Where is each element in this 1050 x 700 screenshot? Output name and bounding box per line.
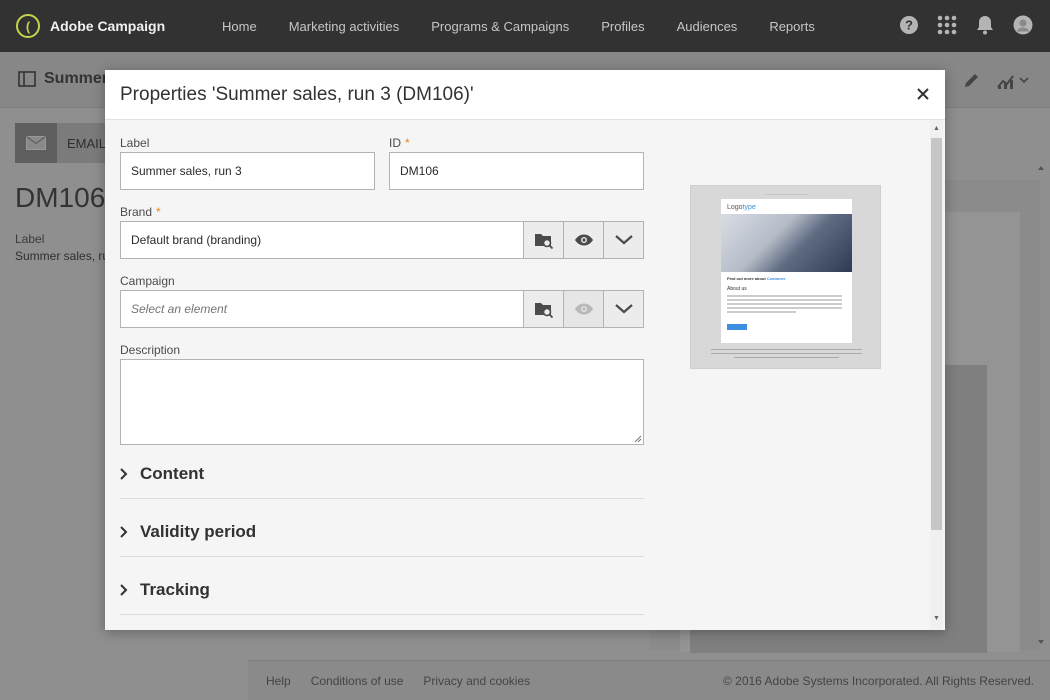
nav-audiences[interactable]: Audiences [677,19,738,34]
brand-browse-button[interactable] [524,221,564,259]
help-icon[interactable]: ? [898,14,920,36]
page-footer: Help Conditions of use Privacy and cooki… [248,660,1050,700]
email-icon [15,123,57,163]
preview-text-lines [727,295,842,315]
preview-logo-text: Logo [727,204,743,211]
label-field-caption: Label [120,136,150,150]
footer-conditions-link[interactable]: Conditions of use [311,674,404,688]
chevron-down-icon [614,235,633,245]
email-channel-tile: EMAIL [15,123,110,163]
properties-modal: Properties 'Summer sales, run 3 (DM106)'… [105,70,945,630]
modal-header: Properties 'Summer sales, run 3 (DM106)' [105,70,945,120]
background-toolbar [962,70,1030,90]
preview-footer-lines [711,349,862,361]
background-page-title: Summer [18,70,108,88]
eye-icon [574,234,593,246]
modal-title: Properties 'Summer sales, run 3 (DM106)' [120,84,474,105]
brand-dropdown-button[interactable] [604,221,644,259]
resize-grip-icon[interactable] [634,435,642,443]
section-validity-label: Validity period [140,521,257,541]
bell-icon[interactable] [974,14,996,36]
folder-search-icon [534,303,553,318]
modal-scrollbar[interactable]: ▲ ▼ [930,120,943,630]
section-tracking-label: Tracking [140,579,210,599]
close-icon [917,88,929,100]
campaign-field-caption: Campaign [120,274,175,288]
section-validity-period[interactable]: Validity period [120,507,644,557]
preview-subheading: About us [727,286,747,292]
background-label-caption: Label [15,232,45,246]
report-chart-icon[interactable] [996,70,1030,90]
preview-cta-button [727,324,747,330]
description-field-caption: Description [120,343,181,357]
scroll-thumb[interactable] [931,138,942,530]
label-input[interactable]: Summer sales, run 3 [120,152,375,190]
footer-copyright: © 2016 Adobe Systems Incorporated. All R… [722,673,1034,688]
preview-headline-text: Find out more about [727,276,766,281]
preview-headline-accent: Customer [766,276,786,281]
apps-grid-icon[interactable] [936,14,958,36]
nav-home[interactable]: Home [222,19,257,34]
list-view-icon [18,71,36,87]
chevron-right-icon [120,467,140,480]
email-preview-thumbnail[interactable]: ──────────────────── Logotype Find out m… [690,185,881,369]
adobe-campaign-logo-icon: ( [16,14,40,38]
background-label-value: Summer sales, ru [15,249,110,263]
user-avatar-icon[interactable] [1012,14,1034,36]
required-marker: * [156,205,161,219]
edit-pencil-icon[interactable] [962,70,982,90]
preview-logo: Logotype [727,204,756,211]
app-name: Adobe Campaign [50,18,166,34]
folder-search-icon [534,234,553,249]
chevron-right-icon [120,525,140,538]
brand-input[interactable]: Default brand (branding) [120,221,524,259]
preview-logo-accent: type [742,204,756,211]
campaign-view-button [564,290,604,328]
preview-headline: Find out more about Customer [727,276,785,281]
nav-programs-campaigns[interactable]: Programs & Campaigns [431,19,569,34]
app-logo[interactable]: ( Adobe Campaign [16,14,206,38]
background-scrollbar[interactable] [1037,160,1045,650]
id-input[interactable]: DM106 [389,152,644,190]
nav-profiles[interactable]: Profiles [601,19,644,34]
footer-help-link[interactable]: Help [266,674,291,688]
id-field-caption: ID * [389,136,410,150]
campaign-dropdown-button[interactable] [604,290,644,328]
delivery-code: DM106 [15,182,106,213]
svg-text:?: ? [905,18,913,33]
description-textarea[interactable] [120,359,644,445]
nav-marketing-activities[interactable]: Marketing activities [289,19,400,34]
close-button[interactable] [913,84,933,104]
preview-email-body: Logotype Find out more about Customer Ab… [721,199,852,343]
modal-body: Label Summer sales, run 3 ID * DM106 Bran… [105,120,945,630]
footer-privacy-link[interactable]: Privacy and cookies [423,674,530,688]
chevron-down-icon [614,304,633,314]
required-marker: * [405,136,410,150]
top-nav-bar: ( Adobe Campaign Home Marketing activiti… [0,0,1050,52]
campaign-browse-button[interactable] [524,290,564,328]
scroll-up-arrow-icon[interactable]: ▲ [933,125,940,132]
preview-hero-image [721,214,852,272]
brand-field-caption: Brand * [120,205,161,219]
brand-selector: Default brand (branding) [120,221,644,259]
channel-label: EMAIL [67,135,107,151]
brand-view-button[interactable] [564,221,604,259]
chevron-right-icon [120,583,140,596]
preview-top-line: ──────────────────── [765,192,808,196]
eye-icon [574,303,593,315]
scroll-down-arrow-icon[interactable]: ▼ [933,615,940,622]
section-tracking[interactable]: Tracking [120,565,644,615]
section-content-label: Content [140,463,205,483]
background-title-text: Summer [44,70,109,87]
section-content[interactable]: Content [120,449,644,499]
nav-reports[interactable]: Reports [769,19,815,34]
campaign-selector: Select an element [120,290,644,328]
campaign-input[interactable]: Select an element [120,290,524,328]
